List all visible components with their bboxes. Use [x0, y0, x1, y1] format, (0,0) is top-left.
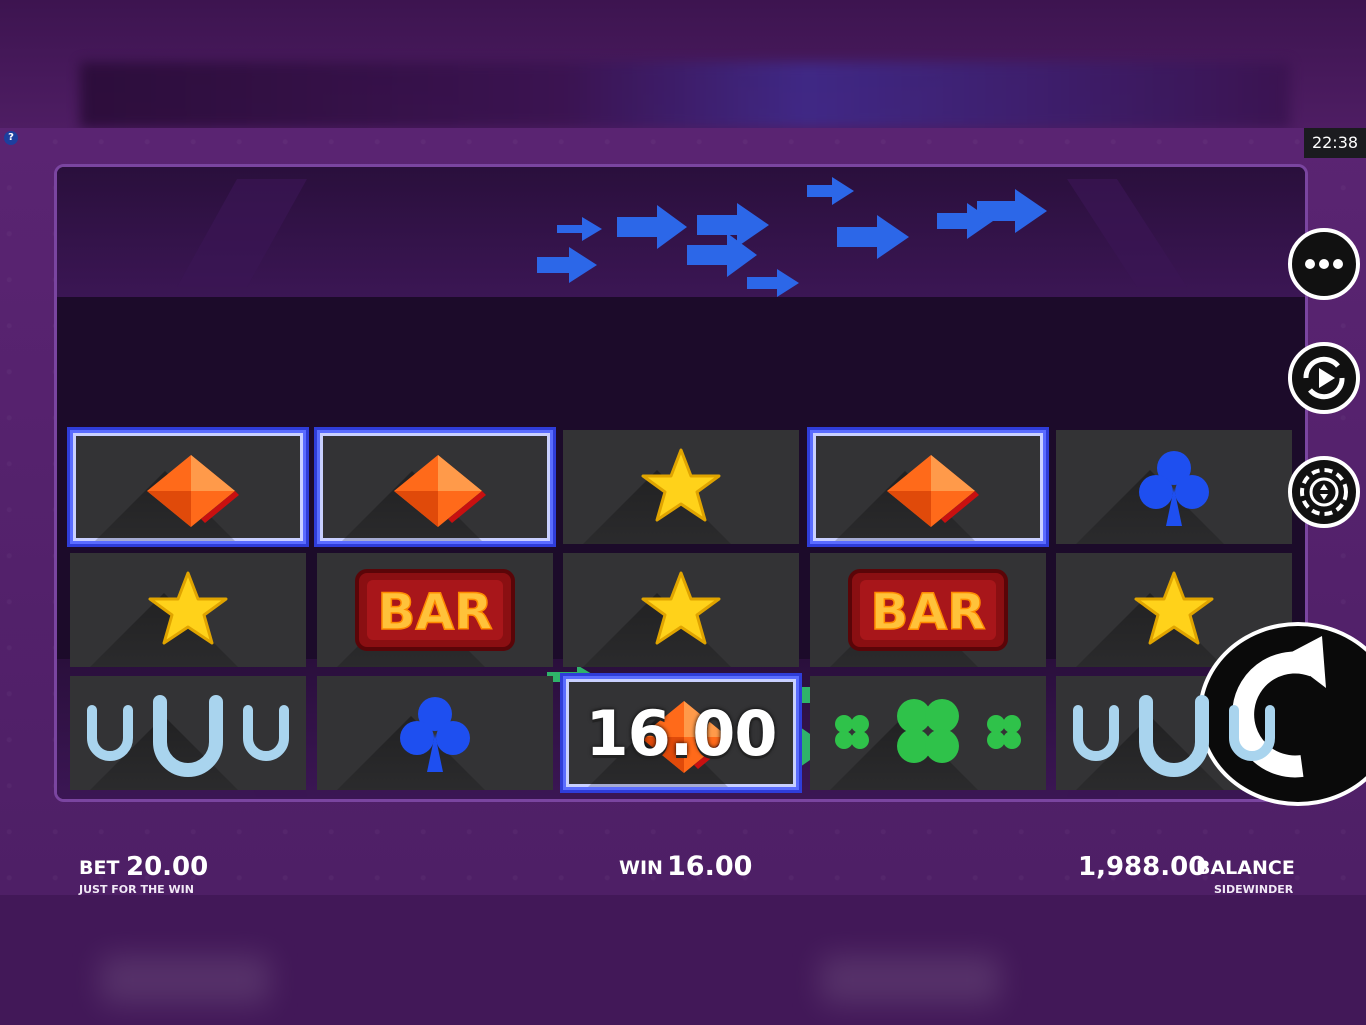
reel-cell-bar: BAR	[316, 553, 553, 667]
reel-cell-horseshoe	[1056, 676, 1292, 790]
club-icon	[399, 697, 470, 772]
reel-cell-diamond	[809, 430, 1046, 544]
reel-grid: BAR BAR 16.00	[70, 430, 1292, 790]
diamond-icon	[393, 455, 486, 527]
horseshoe-icon	[1073, 695, 1275, 777]
bar-icon: BAR	[847, 569, 1008, 651]
reel-cell-clover	[809, 676, 1046, 790]
reel-cell-diamond: 16.00	[563, 676, 799, 790]
reel-cell-star	[1056, 553, 1292, 667]
diamond-icon	[147, 455, 239, 527]
blurred-shape	[820, 955, 1000, 1005]
autoplay-icon	[1303, 356, 1345, 400]
background-bottom	[0, 895, 1366, 1025]
background-blur-band	[80, 62, 1290, 128]
bet-value[interactable]: 20.00	[126, 852, 208, 882]
game-area: ? 22:38 BAR BAR 16.00	[0, 128, 1366, 895]
reel-cell-diamond	[316, 430, 553, 544]
game-name: JUST FOR THE WIN	[79, 883, 194, 896]
reel-cell-horseshoe	[70, 676, 306, 790]
studio-name: SIDEWINDER	[1214, 883, 1294, 896]
menu-icon	[1305, 259, 1343, 269]
reel-cell-club	[316, 676, 553, 790]
win-label: WIN	[619, 857, 663, 879]
win-value: 16.00	[667, 851, 753, 882]
win-amount-overlay: 16.00	[585, 696, 777, 770]
horseshoe-icon	[87, 695, 289, 777]
svg-text:BAR: BAR	[870, 583, 985, 641]
star-icon	[641, 448, 721, 522]
reel-cell-star	[70, 553, 306, 667]
bet-settings-button[interactable]	[1288, 456, 1360, 528]
balance-value: 1,988.00	[1078, 852, 1207, 882]
star-icon	[1134, 571, 1214, 645]
reel-cell-star	[563, 430, 799, 544]
reel-cell-star	[563, 553, 799, 667]
bet-label: BET	[79, 857, 120, 879]
bar-icon: BAR	[354, 569, 515, 651]
blurred-shape	[100, 955, 270, 1005]
menu-button[interactable]	[1288, 228, 1360, 300]
background-top	[0, 0, 1366, 128]
clover-icon	[834, 699, 1021, 763]
clock: 22:38	[1304, 128, 1366, 158]
help-icon[interactable]: ?	[4, 131, 18, 145]
svg-text:BAR: BAR	[377, 583, 492, 641]
autoplay-button[interactable]	[1288, 342, 1360, 414]
balance-label: BALANCE	[1196, 857, 1295, 879]
reel-cell-club	[1056, 430, 1292, 544]
diamond-icon	[886, 455, 979, 527]
reel-cell-bar: BAR	[809, 553, 1046, 667]
bet-chip-icon	[1300, 468, 1348, 516]
star-icon	[148, 571, 228, 645]
club-icon	[1139, 451, 1209, 526]
reel-cell-diamond	[70, 430, 306, 544]
star-icon	[641, 571, 721, 645]
